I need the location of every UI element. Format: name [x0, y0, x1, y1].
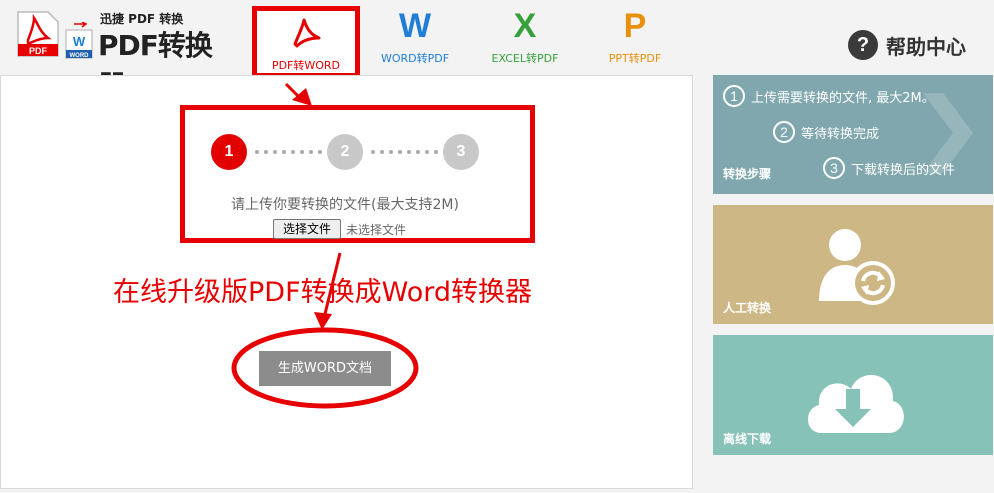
upload-hint: 请上传你要转换的文件(最大支持2M) — [231, 197, 459, 213]
excel-icon: X — [513, 7, 537, 45]
step-number: 2 — [773, 121, 795, 143]
tab-excel-to-pdf[interactable]: X EXCEL转PDF — [470, 8, 580, 68]
tab-pdf-to-word[interactable]: PDF转WORD — [252, 6, 360, 78]
cloud-download-icon — [807, 375, 904, 433]
card-title: 转换步骤 — [723, 167, 772, 181]
tab-label: PPT转PDF — [608, 52, 662, 65]
step-2-indicator: 2 — [327, 134, 363, 170]
pdf-logo-icon: PDF — [17, 11, 59, 57]
step-connector — [371, 150, 438, 154]
help-center-link[interactable]: ? 帮助中心 — [848, 30, 966, 60]
header: PDF W WORD 迅捷 PDF 转换 PDF转换器 PDF转WORD W W… — [0, 0, 994, 102]
manual-conversion-card[interactable]: 人工转换 — [713, 205, 993, 324]
question-icon: ? — [848, 30, 878, 60]
step-1-indicator: 1 — [211, 134, 247, 170]
word-logo-icon: W WORD — [65, 22, 93, 59]
tab-label: EXCEL转PDF — [491, 52, 559, 65]
card-title: 离线下载 — [723, 432, 772, 446]
generate-word-button[interactable]: 生成WORD文档 — [259, 351, 391, 386]
card-title: 人工转换 — [723, 301, 772, 315]
app-logo[interactable]: PDF W WORD 迅捷 PDF 转换 PDF转换器 — [12, 8, 232, 102]
ppt-icon: P — [623, 7, 647, 45]
file-status: 未选择文件 — [346, 223, 407, 237]
step-number: 3 — [823, 157, 845, 179]
promo-text: 在线升级版PDF转换成Word转换器 — [113, 277, 533, 308]
tab-label: PDF转WORD — [271, 59, 341, 72]
pdf-badge: PDF — [29, 46, 48, 56]
conversion-step-1: 1 上传需要转换的文件, 最大2M。 — [723, 85, 935, 107]
svg-text:W: W — [73, 34, 86, 49]
choose-file-button[interactable]: 选择文件 — [273, 219, 341, 239]
help-label: 帮助中心 — [886, 34, 966, 59]
conversion-steps-card: 1 上传需要转换的文件, 最大2M。 2 等待转换完成 3 下载转换后的文件 转… — [713, 75, 993, 194]
user-sync-icon — [819, 229, 895, 305]
word-icon: W — [398, 7, 432, 45]
conversion-step-3: 3 下载转换后的文件 — [823, 157, 955, 179]
offline-download-card[interactable]: 离线下载 — [713, 335, 993, 455]
step-3-indicator: 3 — [443, 134, 479, 170]
step-text: 下载转换后的文件 — [851, 162, 956, 178]
word-badge: WORD — [70, 53, 90, 59]
step-text: 上传需要转换的文件, 最大2M。 — [751, 90, 935, 106]
acrobat-icon — [293, 18, 321, 48]
step-text: 等待转换完成 — [801, 126, 880, 142]
page: PDF W WORD 迅捷 PDF 转换 PDF转换器 PDF转WORD W W… — [0, 0, 994, 493]
step-connector — [255, 150, 322, 154]
conversion-step-2: 2 等待转换完成 — [773, 121, 879, 143]
tab-label: WORD转PDF — [380, 52, 450, 65]
tab-word-to-pdf[interactable]: W WORD转PDF — [360, 8, 470, 68]
tab-ppt-to-pdf[interactable]: P PPT转PDF — [580, 8, 690, 68]
step-number: 1 — [723, 85, 745, 107]
